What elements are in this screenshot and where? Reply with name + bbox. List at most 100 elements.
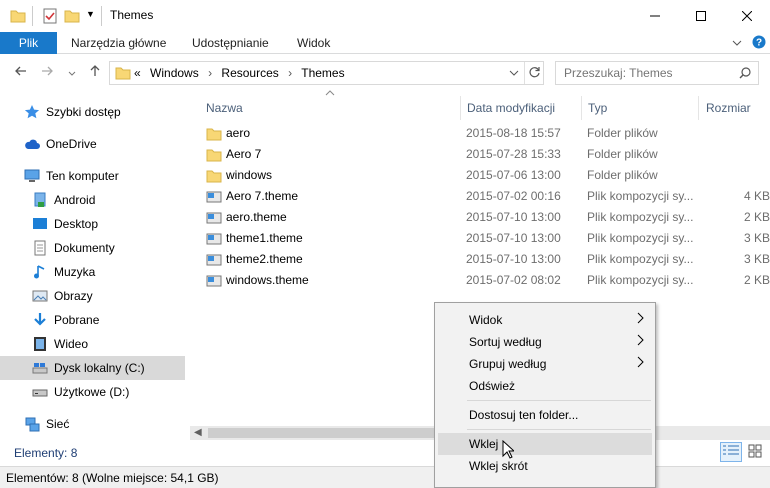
chevron-down-icon[interactable] xyxy=(509,67,519,81)
nav-drive-d[interactable]: Użytkowe (D:) xyxy=(32,381,129,403)
table-row[interactable]: windows.theme 2015-07-02 08:02 Plik kompoz… xyxy=(190,270,770,291)
video-icon xyxy=(32,336,48,352)
nav-music[interactable]: Muzyka xyxy=(32,261,95,283)
nav-android[interactable]: Android xyxy=(32,189,95,211)
nav-videos[interactable]: Wideo xyxy=(32,333,88,355)
file-name-cell: aero.theme xyxy=(206,207,456,228)
breadcrumb-windows[interactable]: Windows xyxy=(150,66,199,80)
file-name: Aero 7.theme xyxy=(226,189,299,203)
tab-file[interactable]: Plik xyxy=(0,32,57,54)
menu-item-customize-folder[interactable]: Dostosuj ten folder... xyxy=(438,404,652,426)
file-size: 2 KB xyxy=(743,210,770,224)
back-button[interactable] xyxy=(12,64,30,82)
theme-file-icon xyxy=(206,273,222,289)
refresh-icon[interactable] xyxy=(528,66,541,82)
column-divider[interactable] xyxy=(698,96,699,120)
address-bar[interactable]: « Windows › Resources › Themes xyxy=(109,61,544,85)
menu-item-sort-by[interactable]: Sortuj według xyxy=(438,331,652,353)
column-header-type[interactable]: Typ xyxy=(582,96,607,120)
nav-label: Użytkowe (D:) xyxy=(54,385,130,399)
search-input[interactable] xyxy=(564,64,734,82)
file-name: windows xyxy=(226,168,273,182)
chevron-right-icon xyxy=(637,309,644,331)
search-box xyxy=(555,61,759,85)
table-row[interactable]: aero.theme 2015-07-10 13:00 Plik kompozycj… xyxy=(190,207,770,228)
element-count: Elementy: 8 xyxy=(14,446,78,460)
divider xyxy=(524,62,525,84)
recent-locations-button[interactable] xyxy=(63,64,81,82)
nav-label: Obrazy xyxy=(54,289,93,303)
context-menu: Widok Sortuj według Grupuj według Odświe… xyxy=(434,302,656,488)
nav-label: Ten komputer xyxy=(46,169,119,183)
nav-quick-access[interactable]: Szybki dostęp xyxy=(24,101,121,123)
chevron-right-icon[interactable]: › xyxy=(288,66,292,80)
chevron-right-icon[interactable]: › xyxy=(208,66,212,80)
column-header-name[interactable]: Nazwa xyxy=(200,96,243,120)
file-name: aero xyxy=(226,126,251,140)
up-button[interactable] xyxy=(86,64,104,82)
column-header-size[interactable]: Rozmiar xyxy=(700,96,751,120)
large-icons-view-button[interactable] xyxy=(744,442,766,462)
table-row[interactable]: theme1.theme 2015-07-10 13:00 Plik kompozy… xyxy=(190,228,770,249)
tab-view[interactable]: Widok xyxy=(297,32,330,54)
file-size: 3 KB xyxy=(743,252,770,266)
file-date: 2015-08-18 15:57 xyxy=(466,126,561,140)
nav-onedrive[interactable]: OneDrive xyxy=(24,133,97,155)
document-icon xyxy=(32,240,48,256)
theme-file-icon xyxy=(206,189,222,205)
mouse-cursor-icon xyxy=(502,439,516,462)
nav-pictures[interactable]: Obrazy xyxy=(32,285,93,307)
forward-button[interactable] xyxy=(38,64,56,82)
file-size: 4 KB xyxy=(743,189,770,203)
file-date: 2015-07-10 13:00 xyxy=(466,231,561,245)
theme-file-icon xyxy=(206,252,222,268)
table-row[interactable]: Aero 7.theme 2015-07-02 00:16 Plik kompozy… xyxy=(190,186,770,207)
menu-item-view[interactable]: Widok xyxy=(438,309,652,331)
properties-icon[interactable] xyxy=(42,8,58,27)
nav-network[interactable]: Sieć xyxy=(24,413,69,435)
nav-label: Szybki dostęp xyxy=(46,105,121,119)
drive-icon xyxy=(32,384,48,400)
expand-ribbon-icon[interactable] xyxy=(732,37,742,51)
nav-documents[interactable]: Dokumenty xyxy=(32,237,115,259)
table-row[interactable]: theme2.theme 2015-07-10 13:00 Plik kompozy… xyxy=(190,249,770,270)
details-view-button[interactable] xyxy=(720,442,742,462)
tab-home[interactable]: Narzędzia główne xyxy=(71,32,166,54)
nav-label: Dokumenty xyxy=(54,241,115,255)
table-row[interactable]: Aero 7 2015-07-28 15:33 Folder plików xyxy=(190,144,770,165)
menu-item-group-by[interactable]: Grupuj według xyxy=(438,353,652,375)
nav-this-pc[interactable]: Ten komputer xyxy=(24,165,119,187)
drive-icon xyxy=(32,360,48,376)
scroll-left-icon[interactable]: ◀ xyxy=(194,426,202,440)
nav-desktop[interactable]: Desktop xyxy=(32,213,98,235)
sort-ascending-icon xyxy=(325,88,335,99)
new-folder-icon[interactable] xyxy=(64,8,80,27)
breadcrumb-themes[interactable]: Themes xyxy=(301,66,344,80)
search-icon[interactable] xyxy=(739,67,751,82)
folder-icon xyxy=(10,8,26,27)
status-text: Elementów: 8 (Wolne miejsce: 54,1 GB) xyxy=(6,471,219,485)
menu-label: Sortuj według xyxy=(469,335,542,349)
maximize-button[interactable] xyxy=(678,0,724,32)
file-type: Plik kompozycji sy... xyxy=(587,189,694,203)
tab-share[interactable]: Udostępnianie xyxy=(192,32,269,54)
nav-label: Sieć xyxy=(46,417,70,431)
customize-quick-access-icon[interactable]: ▼ xyxy=(86,9,95,19)
column-header-date[interactable]: Data modyfikacji xyxy=(461,96,555,120)
menu-item-refresh[interactable]: Odśwież xyxy=(438,375,652,397)
help-icon[interactable]: ? xyxy=(752,35,766,52)
breadcrumb-overflow[interactable]: « xyxy=(134,66,141,80)
file-type: Plik kompozycji sy... xyxy=(587,210,694,224)
close-button[interactable] xyxy=(724,0,770,32)
nav-local-disk-c[interactable]: Dysk lokalny (C:) xyxy=(0,356,185,380)
table-row[interactable]: windows 2015-07-06 13:00 Folder plików xyxy=(190,165,770,186)
menu-item-paste[interactable]: Wklej xyxy=(438,433,652,455)
details-view-icon xyxy=(723,445,739,460)
menu-label: Grupuj według xyxy=(469,357,547,371)
minimize-button[interactable] xyxy=(632,0,678,32)
table-row[interactable]: aero 2015-08-18 15:57 Folder plików xyxy=(190,123,770,144)
breadcrumb-resources[interactable]: Resources xyxy=(221,66,278,80)
nav-downloads[interactable]: Pobrane xyxy=(32,309,99,331)
desktop-icon xyxy=(32,216,48,232)
menu-item-paste-shortcut[interactable]: Wklej skrót xyxy=(438,455,652,477)
